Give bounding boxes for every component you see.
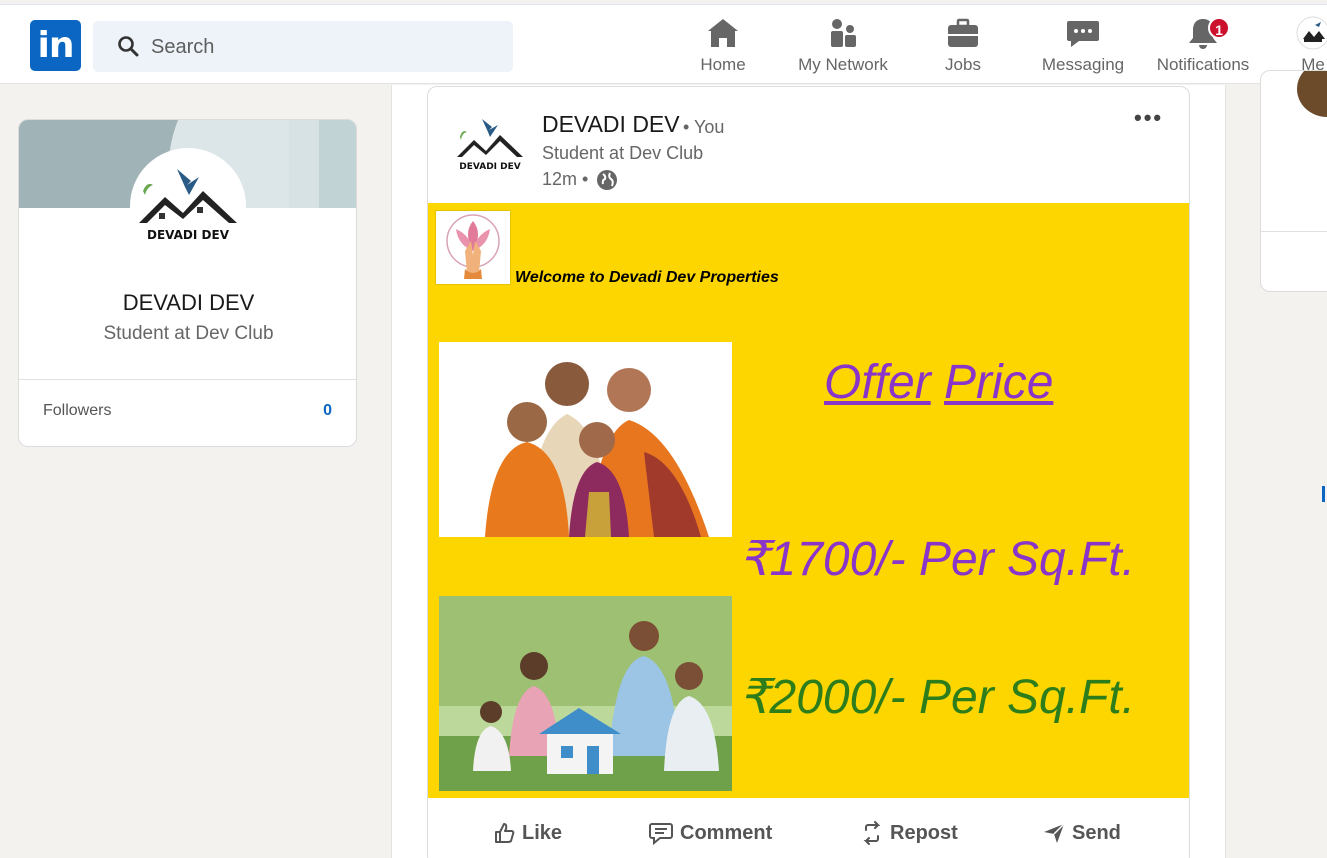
devadi-dev-logo-icon: DEVADI DEV — [139, 169, 237, 242]
nav-notifications[interactable]: 1 Notifications — [1150, 15, 1256, 81]
nav-jobs-label: Jobs — [945, 55, 981, 74]
post-actions-bar: Like Comment Repost Send — [428, 815, 1189, 855]
home-icon — [708, 19, 738, 47]
notifications-badge: 1 — [1208, 17, 1230, 39]
nav-my-network[interactable]: My Network — [792, 15, 894, 81]
namaste-lotus-logo-icon — [435, 210, 511, 285]
followers-label[interactable]: Followers — [43, 402, 111, 420]
followers-count[interactable]: 0 — [323, 402, 332, 420]
globe-icon — [597, 170, 617, 190]
right-card-avatar[interactable] — [1297, 71, 1327, 117]
post-author-relation: • You — [683, 117, 725, 137]
comment-label: Comment — [680, 821, 773, 844]
profile-card: DEVADI DEV DEVADI DEV Student at Dev Clu… — [18, 119, 357, 447]
banner-welcome-text: Welcome to Devadi Dev Properties — [515, 269, 779, 286]
nav-home[interactable]: Home — [692, 15, 754, 81]
post-time: 12m • — [542, 169, 589, 189]
comment-button[interactable]: Comment — [648, 821, 772, 845]
profile-avatar[interactable]: DEVADI DEV — [130, 148, 246, 264]
price-2000: ₹2000/- Per Sq.Ft. — [739, 671, 1136, 724]
devadi-dev-logo-icon: DEVADI DEV — [453, 108, 527, 182]
me-avatar — [1296, 16, 1327, 50]
nav-home-label: Home — [700, 55, 746, 74]
repost-icon — [863, 821, 881, 845]
family-photo-2 — [439, 596, 732, 791]
send-icon — [1044, 823, 1065, 843]
top-navigation: in Home My Network Jobs — [0, 4, 1327, 84]
price-word: Price — [944, 356, 1054, 409]
feed-post: DEVADI DEV DEVADI DEV • You Student at D… — [427, 86, 1190, 858]
like-label: Like — [522, 821, 563, 844]
nav-messaging[interactable]: Messaging — [1038, 15, 1128, 81]
search-icon — [118, 36, 139, 57]
post-author-headline: Student at Dev Club — [542, 143, 704, 163]
post-author-avatar[interactable]: DEVADI DEV — [452, 107, 528, 183]
svg-text:DEVADI DEV: DEVADI DEV — [459, 162, 521, 172]
profile-name[interactable]: DEVADI DEV — [19, 290, 356, 316]
profile-divider — [19, 379, 356, 380]
linkedin-logo[interactable]: in — [30, 20, 81, 71]
search-box[interactable] — [93, 21, 513, 72]
briefcase-icon — [948, 18, 978, 47]
search-input[interactable] — [151, 31, 491, 63]
nav-jobs[interactable]: Jobs — [940, 15, 986, 81]
network-icon — [831, 19, 856, 47]
svg-text:DEVADI DEV: DEVADI DEV — [147, 228, 230, 242]
nav-notifications-label: Notifications — [1156, 55, 1250, 74]
price-1700: ₹1700/- Per Sq.Ft. — [739, 533, 1136, 586]
send-label: Send — [1072, 821, 1121, 844]
post-banner-image[interactable]: Welcome to Devadi Dev Properties Offer P… — [428, 203, 1189, 798]
comment-icon — [649, 823, 673, 845]
post-author-name[interactable]: DEVADI DEV — [542, 111, 680, 138]
profile-headline: Student at Dev Club — [103, 323, 274, 344]
messaging-icon — [1067, 21, 1099, 47]
right-profile-card — [1260, 70, 1327, 292]
like-icon — [495, 823, 515, 843]
send-button[interactable]: Send — [1042, 821, 1121, 845]
repost-button[interactable]: Repost — [860, 821, 958, 845]
repost-label: Repost — [890, 821, 958, 844]
nav-my-network-label: My Network — [798, 55, 888, 74]
nav-messaging-label: Messaging — [1041, 55, 1125, 74]
like-button[interactable]: Like — [492, 821, 562, 845]
right-edge-marker — [1322, 486, 1325, 502]
right-card-divider — [1261, 231, 1327, 232]
offer-word: Offer — [824, 356, 931, 409]
offer-price-heading: Offer Price — [824, 355, 1053, 410]
post-more-options-icon[interactable]: ••• — [1134, 105, 1163, 131]
family-photo-1 — [439, 342, 732, 537]
